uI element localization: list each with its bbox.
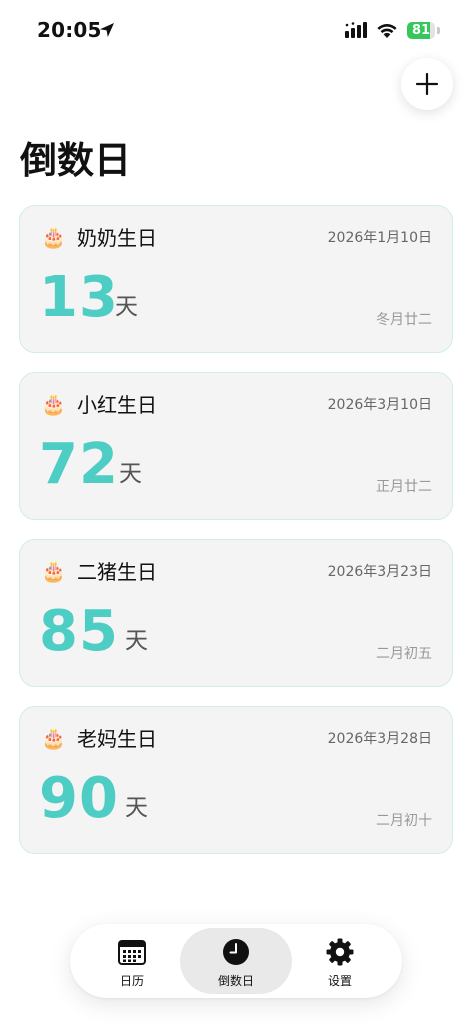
- event-date: 2026年3月10日: [327, 397, 432, 413]
- event-card[interactable]: 🎂 奶奶生日 2026年1月10日 13 天 冬月廿二: [19, 205, 453, 353]
- lunar-date: 二月初十: [376, 813, 432, 829]
- event-name: 二猪生日: [77, 560, 157, 584]
- days-unit: 天: [119, 461, 142, 487]
- tab-countdown[interactable]: 倒数日: [180, 928, 292, 994]
- event-name: 奶奶生日: [77, 226, 157, 250]
- add-event-button[interactable]: [401, 58, 453, 110]
- event-name: 小红生日: [77, 393, 157, 417]
- tab-bar: 日历 倒数日 设置: [70, 924, 402, 998]
- battery-icon: 81: [407, 22, 441, 39]
- wifi-icon: [377, 24, 397, 38]
- days-unit: 天: [125, 795, 148, 821]
- lunar-date: 正月廿二: [376, 479, 432, 495]
- event-card[interactable]: 🎂 小红生日 2026年3月10日 72 天 正月廿二: [19, 372, 453, 520]
- days-remaining: 85: [39, 599, 119, 664]
- birthday-cake-icon: 🎂: [41, 559, 66, 583]
- days-remaining: 13: [39, 265, 119, 330]
- lunar-date: 冬月廿二: [376, 312, 432, 328]
- event-card[interactable]: 🎂 老妈生日 2026年3月28日 90 天 二月初十: [19, 706, 453, 854]
- tab-label: 日历: [119, 974, 144, 988]
- birthday-cake-icon: 🎂: [41, 726, 66, 750]
- tab-settings[interactable]: 设置: [284, 928, 396, 994]
- battery-level-text: 81: [411, 23, 431, 38]
- event-date: 2026年3月23日: [327, 564, 432, 580]
- birthday-cake-icon: 🎂: [41, 225, 66, 249]
- cellular-signal-icon: [345, 22, 367, 38]
- days-unit: 天: [115, 294, 138, 320]
- calendar-icon: [118, 940, 146, 965]
- event-date: 2026年3月28日: [327, 731, 432, 747]
- event-card[interactable]: 🎂 二猪生日 2026年3月23日 85 天 二月初五: [19, 539, 453, 687]
- birthday-cake-icon: 🎂: [41, 392, 66, 416]
- tab-label: 倒数日: [217, 974, 254, 988]
- location-arrow-icon: [100, 23, 114, 37]
- tab-calendar[interactable]: 日历: [76, 928, 188, 994]
- days-remaining: 90: [39, 766, 119, 831]
- page-title: 倒数日: [20, 139, 131, 182]
- days-remaining: 72: [39, 432, 119, 497]
- event-name: 老妈生日: [77, 727, 157, 751]
- days-unit: 天: [125, 628, 148, 654]
- gear-icon: [326, 938, 354, 966]
- status-bar: 20:05 81: [0, 0, 473, 60]
- clock-icon: [223, 939, 249, 965]
- tab-label: 设置: [327, 974, 352, 988]
- lunar-date: 二月初五: [376, 646, 432, 662]
- status-time: 20:05: [37, 18, 102, 42]
- event-date: 2026年1月10日: [327, 230, 432, 246]
- plus-icon: [415, 72, 439, 96]
